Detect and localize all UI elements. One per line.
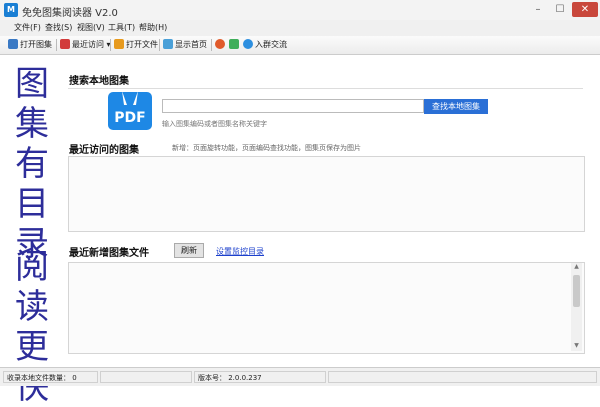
minimize-button[interactable]: –: [527, 2, 549, 17]
scroll-thumb[interactable]: [573, 275, 580, 307]
open-book-icon: [8, 39, 18, 49]
toolbar-divider: [211, 39, 212, 51]
qq-icon: [243, 39, 253, 49]
menu-file[interactable]: 文件(F): [14, 22, 41, 33]
close-button[interactable]: ✕: [572, 2, 598, 17]
status-empty-cell: [328, 371, 597, 383]
toolbar: 打开图集 最近访问 ▾ 打开文件 显示首页 入群交流: [0, 36, 600, 55]
stop-button[interactable]: [215, 38, 227, 52]
recent-label: 最近访问: [72, 40, 104, 49]
app-icon: M: [4, 3, 18, 17]
sidebar-slogan-top: 图集有目录: [15, 64, 49, 264]
version-status: 版本号： 2.0.0.237: [194, 371, 326, 383]
recent-button[interactable]: 最近访问 ▾: [60, 38, 111, 52]
window-title: 免免图集阅读器 V2.0: [22, 8, 118, 19]
monitor-directory-link[interactable]: 设置监控目录: [216, 246, 264, 257]
stop-icon: [215, 39, 225, 49]
search-input[interactable]: [162, 99, 424, 113]
search-section-title: 搜索本地图集: [69, 76, 129, 87]
clock-icon: [60, 39, 70, 49]
exit-button[interactable]: [229, 38, 241, 52]
file-count-status: 收录本地文件数量： 0: [3, 371, 98, 383]
rabbit-ears-icon: [122, 91, 138, 105]
toolbar-divider: [56, 39, 57, 51]
open-file-label: 打开文件: [126, 40, 158, 49]
status-empty-cell: [100, 371, 192, 383]
title-bar: M 免免图集阅读器 V2.0 – ☐ ✕: [0, 0, 600, 21]
open-button[interactable]: 打开图集: [8, 38, 52, 52]
menu-bar: 文件(F) 查找(S) 视图(V) 工具(T) 帮助(H): [0, 20, 600, 36]
toolbar-divider: [110, 39, 111, 51]
open-file-button[interactable]: 打开文件: [114, 38, 158, 52]
home-button[interactable]: 显示首页: [163, 38, 207, 52]
pdf-logo: PDF: [108, 91, 152, 130]
scroll-down-arrow-icon[interactable]: ▼: [571, 342, 582, 351]
join-group-button[interactable]: 入群交流: [243, 38, 287, 52]
update-notice: 新增：页面旋转功能，页面编码查找功能，图集页保存为图片: [172, 144, 361, 152]
new-files-section-title: 最近新增图集文件: [69, 248, 149, 259]
open-label: 打开图集: [20, 40, 52, 49]
home-icon: [163, 39, 173, 49]
recent-list[interactable]: [68, 156, 585, 232]
home-label: 显示首页: [175, 40, 207, 49]
maximize-button[interactable]: ☐: [549, 2, 571, 17]
search-button[interactable]: 查找本地图集: [424, 99, 488, 114]
pdf-logo-text: PDF: [114, 110, 146, 126]
recent-section-title: 最近访问的图集: [69, 145, 139, 156]
search-hint: 输入图集编码或者图集名称关键字: [162, 120, 267, 128]
menu-tools[interactable]: 工具(T): [108, 22, 135, 33]
menu-view[interactable]: 视图(V): [77, 22, 105, 33]
new-files-scrollbar[interactable]: ▲ ▼: [571, 263, 582, 351]
menu-search[interactable]: 查找(S): [45, 22, 72, 33]
status-bar: 收录本地文件数量： 0 版本号： 2.0.0.237: [0, 367, 600, 386]
toolbar-divider: [159, 39, 160, 51]
folder-icon: [114, 39, 124, 49]
exit-icon: [229, 39, 239, 49]
join-group-label: 入群交流: [255, 40, 287, 49]
menu-help[interactable]: 帮助(H): [139, 22, 167, 33]
refresh-button[interactable]: 刷新: [174, 243, 204, 258]
scroll-up-arrow-icon[interactable]: ▲: [571, 263, 582, 272]
new-files-list[interactable]: [68, 262, 585, 354]
